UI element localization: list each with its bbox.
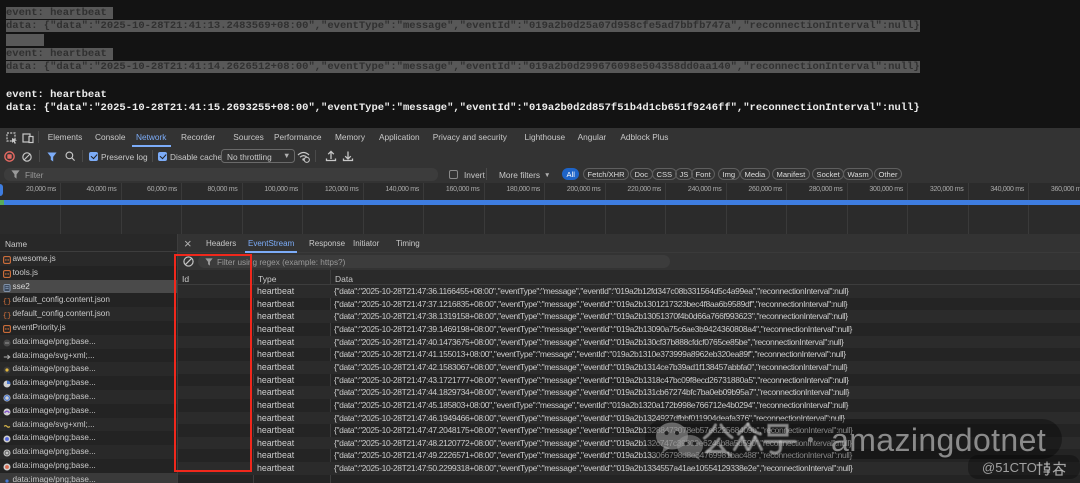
svg-text:{}: {} — [3, 299, 11, 306]
svg-text:{}: {} — [3, 313, 11, 320]
